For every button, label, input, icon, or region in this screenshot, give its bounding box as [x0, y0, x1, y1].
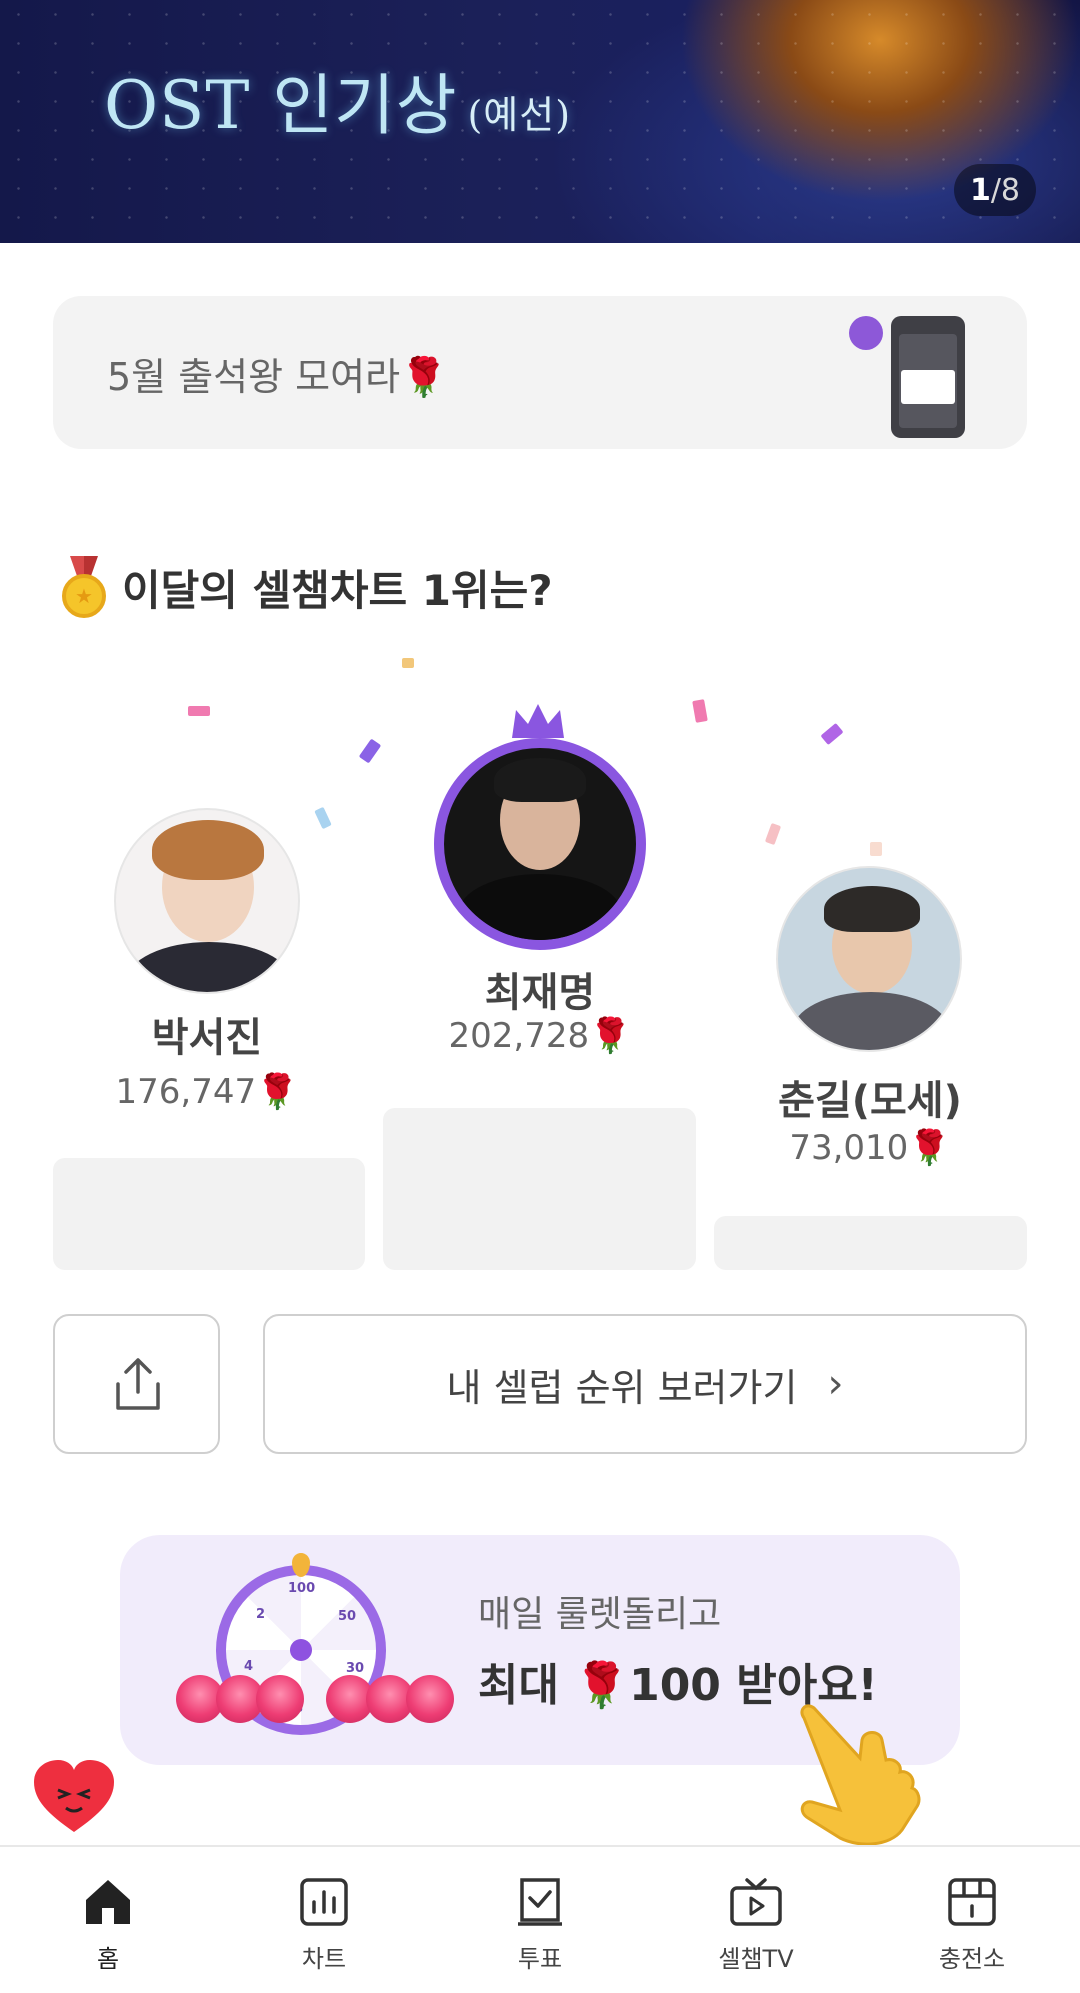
- confetti: [764, 822, 782, 846]
- podium-rank-1: [383, 1108, 696, 1270]
- tab-chart-label: 차트: [301, 1945, 347, 1973]
- confetti: [314, 806, 332, 830]
- tab-chart[interactable]: 차트: [216, 1847, 432, 1993]
- rose-icon: 🌹: [908, 1128, 951, 1168]
- rose-icon: 🌹: [400, 355, 448, 399]
- tab-charge-station-label: 충전소: [938, 1945, 1006, 1973]
- podium-rank-3: [714, 1216, 1027, 1270]
- wheel-label: 50: [338, 1609, 357, 1624]
- rose-bouquet-icon: [176, 1675, 304, 1735]
- tab-vote[interactable]: 투표: [432, 1847, 648, 1993]
- phone-illustration-icon: [891, 316, 965, 438]
- tv-icon: [730, 1878, 782, 1926]
- podium-rank-2: [53, 1158, 365, 1270]
- tab-home[interactable]: 홈: [0, 1847, 216, 1993]
- roulette-line-1: 매일 룰렛돌리고: [478, 1594, 722, 1635]
- confetti: [188, 706, 210, 716]
- pointing-hand-icon: [800, 1704, 921, 1846]
- heart-character-icon[interactable]: [28, 1752, 120, 1836]
- tab-tv-label: 셀챔TV: [718, 1945, 794, 1973]
- attendance-notice-card[interactable]: 5월 출석왕 모여라🌹: [53, 296, 1027, 449]
- bottom-tab-bar: 홈 차트 투표 셀챔TV 충전소: [0, 1845, 1080, 1993]
- roulette-line-2-prefix: 최대: [478, 1660, 575, 1711]
- chat-bubble-icon: [849, 316, 883, 350]
- confetti: [402, 658, 414, 668]
- banner-counter-total: /8: [990, 172, 1021, 208]
- rose-icon: 🌹: [574, 1660, 630, 1711]
- rank-1-score-value: 202,728: [448, 1016, 590, 1056]
- notice-text: 5월 출석왕 모여라🌹: [107, 346, 447, 401]
- banner-title-sub: (예선): [467, 93, 572, 137]
- wheel-hub: [290, 1639, 312, 1661]
- notice-label: 5월 출석왕 모여라: [107, 355, 401, 399]
- tab-tv[interactable]: 셀챔TV: [648, 1847, 864, 1993]
- chart-icon: [300, 1878, 348, 1926]
- tab-home-label: 홈: [96, 1945, 120, 1973]
- wheel-label: 100: [288, 1581, 316, 1596]
- ranking-button-label: 내 셀럽 순위 보러가기: [446, 1365, 798, 1410]
- medal-icon: ★: [60, 556, 108, 618]
- banner-title: OST 인기상 (예선): [104, 52, 571, 148]
- chart-section-title: ★ 이달의 셀챔차트 1위는?: [60, 556, 553, 618]
- rank-2-name: 박서진: [151, 1015, 263, 1061]
- wheel-label: 4: [244, 1659, 254, 1674]
- rank-1-score: 202,728🌹: [390, 1016, 690, 1056]
- charge-station-icon: [948, 1878, 996, 1926]
- confetti: [692, 699, 708, 723]
- banner-counter-current: 1: [969, 172, 991, 208]
- rose-bouquet-icon: [326, 1675, 454, 1735]
- banner-page-counter: 1/8: [954, 164, 1036, 216]
- wheel-label: 2: [256, 1607, 266, 1622]
- event-banner[interactable]: OST 인기상 (예선) 1/8: [0, 0, 1080, 243]
- rank-3-score: 73,010🌹: [720, 1128, 1020, 1168]
- rose-icon: 🌹: [256, 1072, 299, 1112]
- tab-vote-label: 투표: [517, 1945, 563, 1973]
- rank-1-name: 최재명: [484, 970, 596, 1016]
- avatar-rank-2[interactable]: [114, 808, 300, 994]
- view-my-celeb-ranking-button[interactable]: 내 셀럽 순위 보러가기 ›: [263, 1314, 1027, 1454]
- chevron-right-icon: ›: [827, 1361, 844, 1407]
- rose-icon: 🌹: [589, 1016, 632, 1056]
- wheel-label: 30: [346, 1661, 365, 1676]
- vote-icon: [518, 1878, 562, 1926]
- rank-2-score: 176,747🌹: [57, 1072, 357, 1112]
- avatar-rank-3[interactable]: [776, 866, 962, 1052]
- rank-3-name: 춘길(모세): [778, 1078, 962, 1124]
- rank-3-score-value: 73,010: [789, 1128, 909, 1168]
- avatar-rank-1[interactable]: [434, 738, 646, 950]
- share-icon: [116, 1358, 160, 1410]
- confetti: [870, 842, 882, 856]
- share-button[interactable]: [53, 1314, 220, 1454]
- chart-section-title-text: 이달의 셀챔차트 1위는?: [122, 565, 553, 615]
- rank-2-score-value: 176,747: [115, 1072, 257, 1112]
- confetti: [820, 722, 844, 746]
- confetti: [358, 738, 382, 764]
- tab-charge-station[interactable]: 충전소: [864, 1847, 1080, 1993]
- banner-title-main: OST 인기상: [104, 67, 458, 144]
- home-icon: [86, 1880, 130, 1924]
- crown-icon: [512, 704, 564, 738]
